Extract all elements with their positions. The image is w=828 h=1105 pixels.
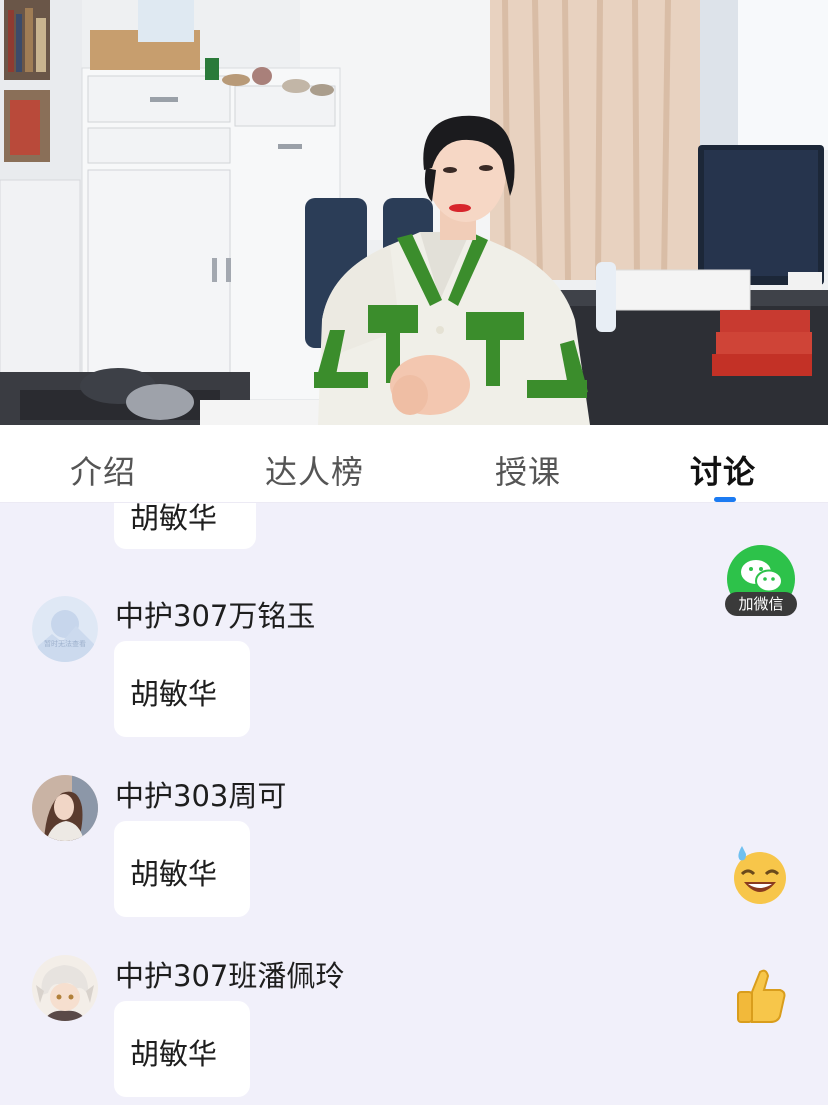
tab-bar: 介绍 达人榜 授课 讨论 [0,425,828,503]
comment-author: 中护307万铭玉 [115,599,316,633]
tab-introduction[interactable]: 介绍 [70,447,136,493]
discussion-feed[interactable]: 胡敏华 暂时无法查看 中护307万铭玉 胡敏华 中护303周可 胡敏华 中护30… [0,503,828,1105]
message-bubble: 胡敏华 [114,1001,250,1097]
message-bubble: 胡敏华 [114,821,250,917]
message-bubble: 胡敏华 [114,503,256,549]
comment-author: 中护303周可 [115,779,287,813]
live-video[interactable] [0,0,828,425]
message-text: 胡敏华 [130,677,218,711]
thumbs-up-emoji [734,966,788,1030]
video-frame [0,0,828,425]
user-photo-avatar [32,775,98,841]
anime-avatar [32,955,98,1021]
active-tab-indicator [714,497,736,502]
placeholder-avatar-icon: 暂时无法查看 [32,596,98,662]
avatar[interactable] [32,955,98,1021]
comment-author: 中护307班潘佩玲 [115,959,345,993]
message-text: 胡敏华 [130,1037,218,1071]
tab-discussion[interactable]: 讨论 [690,447,756,493]
message-text: 胡敏华 [130,503,218,535]
avatar[interactable] [32,775,98,841]
avatar-placeholder-text: 暂时无法查看 [44,639,86,648]
tab-lecture[interactable]: 授课 [495,447,561,493]
live-class-screen: 介绍 达人榜 授课 讨论 胡敏华 暂时无法查看 中护307万铭玉 胡敏华 中护3… [0,0,828,1105]
add-wechat-label: 加微信 [725,592,797,616]
tab-leaderboard[interactable]: 达人榜 [265,447,364,493]
laughing-sweat-emoji [730,842,790,910]
avatar[interactable]: 暂时无法查看 [32,596,98,662]
message-text: 胡敏华 [130,857,218,891]
add-wechat-button[interactable]: 加微信 [725,545,797,617]
message-bubble: 胡敏华 [114,641,250,737]
